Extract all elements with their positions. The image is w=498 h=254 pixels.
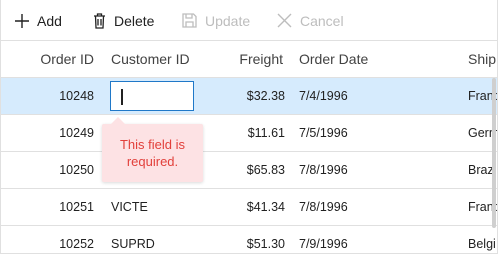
vertical-scrollbar[interactable] [491,78,497,253]
save-icon [182,13,197,28]
header-order-date[interactable]: Order Date [299,41,368,78]
cancel-button[interactable]: Cancel [277,0,344,41]
cell-freight: $65.83 [246,163,285,177]
delete-button-label: Delete [114,12,155,29]
cell-freight: $32.38 [246,89,285,103]
cell-order-id: 10248 [59,89,94,103]
cell-order-date: 7/4/1996 [299,89,348,103]
table-row[interactable]: 10251 VICTE $41.34 7/8/1996 Franc [1,189,497,226]
table-row[interactable]: 10248 $32.38 7/4/1996 Franc [1,78,497,115]
update-button[interactable]: Update [182,0,250,41]
plus-icon [15,13,29,28]
close-icon [277,13,292,28]
table-row[interactable]: 10249 $11.61 7/5/1996 Germ [1,115,497,152]
table-row[interactable]: 10250 $65.83 7/8/1996 Brazil [1,152,497,189]
cell-order-id: 10252 [59,237,94,251]
trash-icon [93,12,106,29]
header-ship[interactable]: Ship [468,41,496,78]
cell-order-date: 7/8/1996 [299,200,348,214]
grid-toolbar: Add Delete Update Cancel [1,0,497,41]
add-button[interactable]: Add [15,0,62,41]
scrollbar-thumb[interactable] [492,78,496,228]
cell-order-date: 7/9/1996 [299,237,348,251]
cell-customer-id: SUPRD [111,237,155,251]
header-customer-id[interactable]: Customer ID [111,41,190,78]
text-caret [121,89,123,105]
table-row[interactable]: 10252 SUPRD $51.30 7/9/1996 Belgi [1,226,497,253]
cell-order-id: 10251 [59,200,94,214]
validation-tooltip: This field is required. [102,117,203,182]
customer-id-input[interactable] [110,81,194,111]
cell-freight: $11.61 [247,126,285,140]
delete-button[interactable]: Delete [93,0,154,41]
cancel-button-label: Cancel [300,12,344,29]
cell-freight: $51.30 [246,237,285,251]
cell-order-date: 7/8/1996 [299,163,348,177]
validation-message-line2: required. [126,154,179,169]
cell-order-id: 10249 [59,126,94,140]
update-button-label: Update [205,12,251,29]
header-freight[interactable]: Freight [201,41,283,78]
validation-message-line1: This field is [119,137,186,152]
cell-customer-id: VICTE [111,200,148,214]
add-button-label: Add [37,12,62,29]
header-order-id[interactable]: Order ID [1,41,94,78]
cell-order-date: 7/5/1996 [299,126,348,140]
cell-order-id: 10250 [59,163,94,177]
cell-freight: $41.34 [246,200,285,214]
tooltip-arrow [111,117,125,124]
grid-header: Order ID Customer ID Freight Order Date … [1,41,497,78]
data-grid: Add Delete Update Cancel Order ID Custom… [0,0,498,254]
